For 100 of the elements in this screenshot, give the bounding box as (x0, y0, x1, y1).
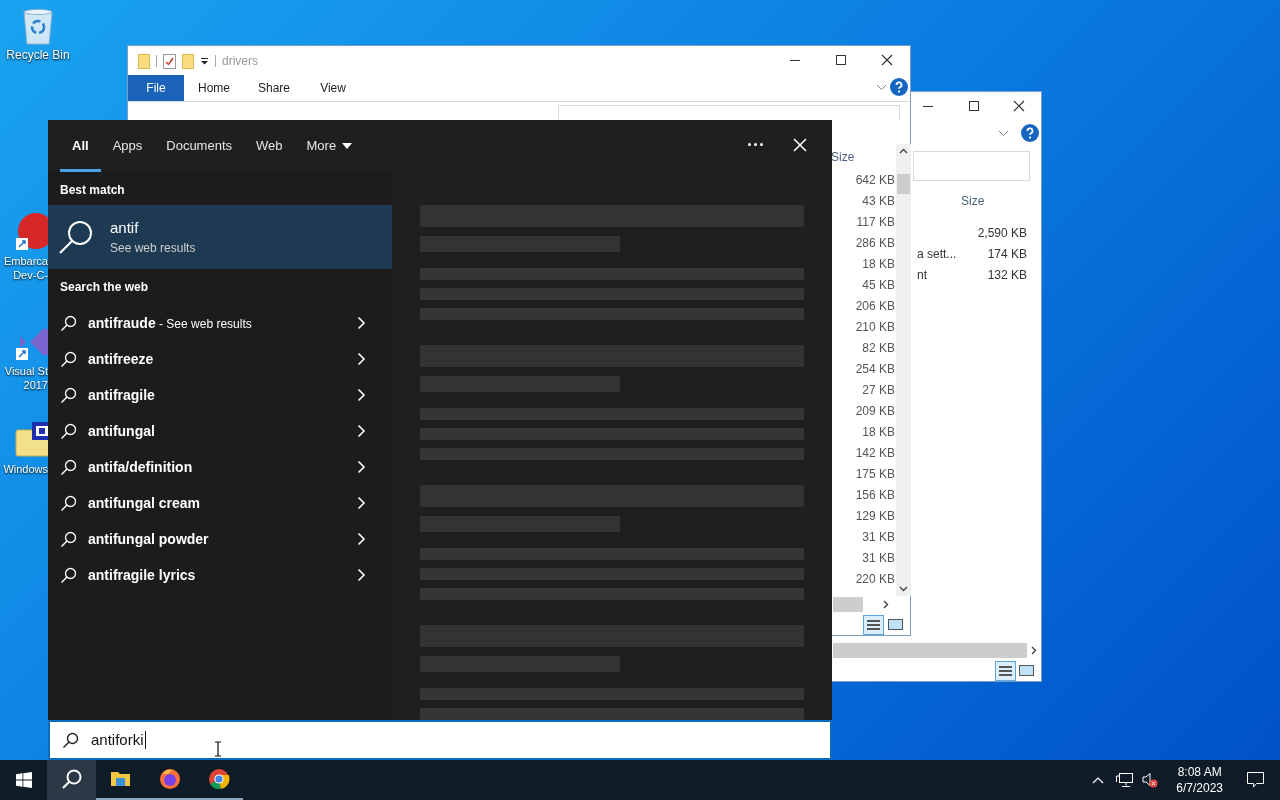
help-icon[interactable] (890, 78, 908, 96)
scroll-up-icon[interactable] (899, 148, 908, 154)
chevron-down-icon[interactable] (998, 130, 1009, 137)
details-view-icon[interactable] (863, 615, 884, 635)
text-cursor-icon (214, 741, 222, 757)
suggestion-item[interactable]: antifungal powder (48, 521, 392, 557)
suggestion-item[interactable]: antifragile lyrics (48, 557, 392, 593)
search-icon[interactable] (60, 566, 77, 584)
close-icon[interactable] (1013, 100, 1025, 112)
file-size: 254 KB (855, 360, 895, 378)
tiles-view-icon[interactable] (888, 619, 903, 630)
section-heading: Best match (60, 182, 126, 199)
help-icon[interactable] (1021, 124, 1039, 142)
suggestion-text: antifragile (88, 385, 155, 405)
chevron-right-icon[interactable] (357, 460, 366, 474)
search-tab[interactable]: More (294, 120, 365, 172)
file-size: 18 KB (862, 423, 895, 441)
suggestion-text: antifa/definition (88, 457, 193, 477)
chevron-right-icon[interactable] (357, 568, 366, 582)
chevron-right-icon[interactable] (357, 316, 366, 330)
file-size: 286 KB (855, 234, 895, 252)
search-tab[interactable]: Apps (100, 120, 155, 172)
horizontal-scrollbar[interactable] (833, 643, 1027, 658)
suggestion-text: antifungal powder (88, 529, 209, 549)
caret-down-icon (342, 143, 353, 149)
suggestion-item[interactable]: antifraude - See web results (48, 305, 392, 341)
suggestion-item[interactable]: antifungal cream (48, 485, 392, 521)
file-size: 129 KB (855, 507, 895, 525)
ribbon-tab[interactable]: File (128, 75, 184, 101)
search-tab[interactable]: Web (244, 120, 295, 172)
clock[interactable]: 8:08 AM 6/7/2023 (1168, 764, 1231, 796)
taskbar-button[interactable] (47, 760, 96, 800)
file-size: 142 KB (855, 444, 895, 462)
chevron-right-icon[interactable] (357, 388, 366, 402)
notifications-icon[interactable] (1247, 772, 1264, 788)
suggestion-item[interactable]: antifa/definition (48, 449, 392, 485)
search-icon[interactable] (60, 494, 77, 512)
search-icon (62, 731, 79, 749)
column-header[interactable]: Size (961, 192, 985, 210)
chrome-icon (207, 768, 230, 790)
firefox-icon (158, 768, 181, 790)
ribbon-tab[interactable]: Share (244, 75, 305, 101)
file-size: 210 KB (855, 318, 895, 336)
scroll-right-icon (883, 600, 889, 609)
network-icon[interactable] (1116, 772, 1135, 788)
search-icon[interactable] (60, 422, 77, 440)
section-heading: Search the web (60, 279, 150, 296)
search-field[interactable]: antiforki (48, 720, 832, 760)
scroll-right-icon (1031, 646, 1037, 655)
chevron-up-icon[interactable] (1092, 776, 1105, 784)
chevron-right-icon[interactable] (357, 532, 366, 546)
suggestion-text: antifraude - See web results (88, 313, 252, 333)
suggestion-item[interactable]: antifreeze (48, 341, 392, 377)
result-subtitle: See web results (110, 240, 196, 256)
search-icon[interactable] (58, 219, 94, 255)
column-header[interactable]: Size (831, 148, 855, 166)
file-size: 642 KB (855, 171, 895, 189)
close-icon[interactable] (881, 54, 893, 66)
file-size: 174 KB (987, 245, 1027, 263)
vertical-scrollbar[interactable] (896, 144, 911, 596)
search-icon[interactable] (60, 458, 77, 476)
windows-logo-icon[interactable] (16, 772, 32, 788)
search-tab[interactable]: Documents (154, 120, 244, 172)
details-view-icon[interactable] (995, 661, 1016, 681)
file-name[interactable]: a sett... (917, 244, 957, 263)
scroll-down-icon[interactable] (899, 586, 908, 592)
ribbon-tab[interactable]: Home (184, 75, 244, 101)
customize-dropdown-icon[interactable] (200, 57, 209, 65)
file-size: 206 KB (855, 297, 895, 315)
suggestion-text: antifragile lyrics (88, 565, 196, 585)
chevron-down-icon[interactable] (876, 84, 887, 91)
chevron-right-icon[interactable] (357, 496, 366, 510)
setup-package-icon[interactable] (14, 420, 48, 460)
scrollbar-thumb[interactable] (897, 174, 910, 194)
search-field[interactable] (913, 151, 1030, 181)
suggestion-item[interactable]: antifragile (48, 377, 392, 413)
suggestion-text: antifreeze (88, 349, 154, 369)
search-icon[interactable] (60, 314, 77, 332)
suggestion-text: antifungal (88, 421, 155, 441)
file-size: 156 KB (855, 486, 895, 504)
file-size: 27 KB (862, 381, 895, 399)
speaker-muted-icon[interactable] (1142, 772, 1159, 788)
file-size: 132 KB (987, 266, 1027, 284)
horizontal-scrollbar[interactable] (833, 597, 863, 612)
more-options-icon[interactable] (748, 143, 763, 146)
file-name[interactable]: nt (917, 265, 927, 284)
devcpp-icon[interactable] (14, 212, 48, 252)
search-icon[interactable] (60, 350, 77, 368)
ribbon-tab[interactable]: View (304, 75, 363, 101)
tiles-view-icon[interactable] (1019, 665, 1034, 676)
chevron-right-icon[interactable] (357, 352, 366, 366)
file-size: 209 KB (855, 402, 895, 420)
properties-icon[interactable] (163, 53, 176, 69)
chevron-right-icon[interactable] (357, 424, 366, 438)
search-icon[interactable] (60, 530, 77, 548)
file-size: 82 KB (862, 339, 895, 357)
best-match-item[interactable]: antif See web results (48, 205, 392, 269)
suggestion-item[interactable]: antifungal (48, 413, 392, 449)
search-icon[interactable] (60, 386, 77, 404)
search-icon (60, 769, 83, 791)
